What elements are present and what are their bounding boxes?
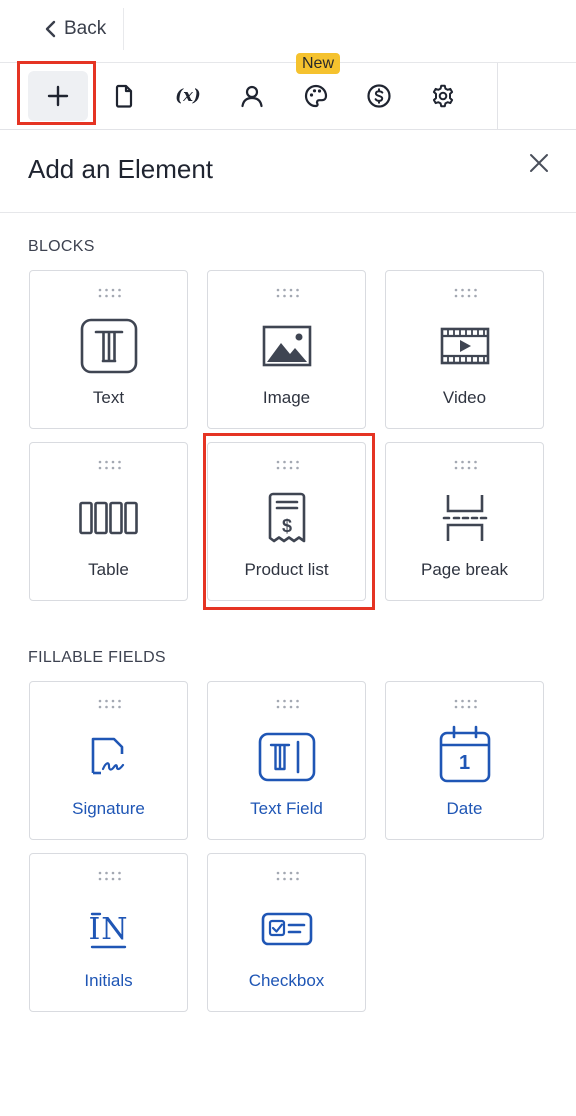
field-checkbox[interactable]: Checkbox (207, 853, 366, 1012)
block-table[interactable]: Table (29, 442, 188, 601)
drag-handle-icon (276, 871, 299, 881)
block-label: Page break (421, 560, 508, 579)
page-break-icon (435, 489, 495, 547)
checkbox-icon (257, 900, 317, 958)
divider (0, 212, 576, 213)
field-text-field[interactable]: Text Field (207, 681, 366, 840)
video-icon (435, 317, 495, 375)
field-label: Checkbox (248, 971, 325, 990)
calendar-day: 1 (458, 752, 471, 774)
field-date[interactable]: 1 Date (385, 681, 544, 840)
block-product-list[interactable]: $ Product list (207, 442, 366, 601)
signature-icon (79, 728, 139, 786)
recipients-tab[interactable] (220, 63, 284, 129)
settings-tab[interactable] (411, 63, 475, 129)
panel-title: Add an Element (28, 154, 214, 184)
svg-text:(x): (x) (175, 86, 200, 105)
text-field-icon (257, 728, 317, 786)
new-badge: New (296, 53, 341, 74)
block-label: Image (262, 388, 311, 407)
user-icon (241, 85, 263, 108)
back-label: Back (64, 18, 107, 39)
table-icon (78, 489, 139, 547)
field-label: Text Field (250, 799, 323, 818)
dollar-icon (367, 84, 391, 108)
field-label: Signature (72, 799, 145, 818)
variables-tab[interactable]: (x) (156, 63, 220, 129)
block-label: Product list (244, 560, 329, 579)
toolbar: (x) (0, 63, 576, 130)
drag-handle-icon (454, 699, 477, 709)
close-icon (530, 154, 548, 172)
field-label: Initials (84, 971, 133, 990)
drag-handle-icon (98, 288, 121, 298)
block-image[interactable]: Image (207, 270, 366, 429)
section-heading-fillable-fields: FILLABLE FIELDS (28, 649, 166, 666)
receipt-dollar-icon: $ (257, 489, 317, 547)
image-icon (257, 317, 317, 375)
initials-icon: IN (79, 900, 139, 958)
block-label: Text (92, 388, 125, 407)
drag-handle-icon (276, 288, 299, 298)
palette-icon (304, 84, 328, 108)
drag-handle-icon (276, 460, 299, 470)
block-video[interactable]: Video (385, 270, 544, 429)
field-initials[interactable]: IN Initials (29, 853, 188, 1012)
svg-text:$: $ (281, 516, 291, 536)
chevron-left-icon (45, 20, 56, 38)
add-element-button[interactable] (20, 63, 96, 129)
drag-handle-icon (454, 460, 477, 470)
drag-handle-icon (98, 871, 121, 881)
plus-icon (47, 85, 69, 107)
drag-handle-icon (98, 460, 121, 470)
block-label: Table (88, 560, 129, 579)
block-page-break[interactable]: Page break (385, 442, 544, 601)
divider (123, 8, 124, 50)
block-label: Video (442, 388, 487, 407)
calendar-icon: 1 (435, 724, 495, 786)
drag-handle-icon (98, 699, 121, 709)
section-heading-blocks: BLOCKS (28, 238, 95, 255)
block-text[interactable]: Text (29, 270, 188, 429)
document-tab[interactable] (92, 63, 156, 129)
field-signature[interactable]: Signature (29, 681, 188, 840)
document-icon (115, 84, 133, 108)
drag-handle-icon (276, 699, 299, 709)
drag-handle-icon (454, 288, 477, 298)
top-bar: Back (0, 0, 576, 63)
text-block-icon (79, 317, 139, 375)
divider (497, 63, 498, 129)
back-button[interactable]: Back (44, 14, 106, 44)
close-button[interactable] (526, 150, 552, 176)
variable-icon: (x) (175, 86, 200, 105)
pricing-tab[interactable] (347, 63, 411, 129)
gear-icon (432, 84, 454, 108)
field-label: Date (446, 799, 483, 818)
